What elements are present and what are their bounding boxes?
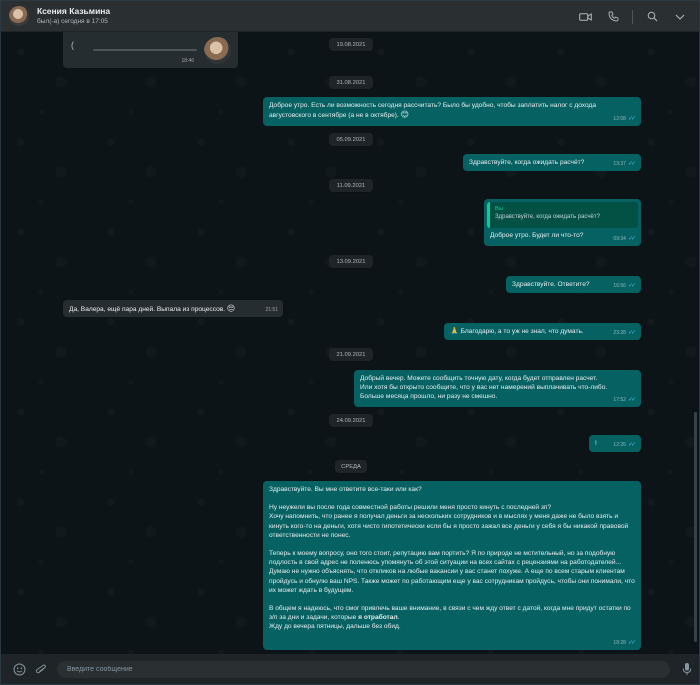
chat-header: Ксения Казьмина был(-а) сегодня в 17:05 bbox=[1, 1, 699, 32]
message-text: Да, Валера, ещё пара дней. Выпала из про… bbox=[69, 306, 226, 313]
date-separator: 19.08.2021 bbox=[329, 38, 373, 51]
message-outgoing[interactable]: Доброе утро. Есть ли возможность сегодня… bbox=[263, 97, 641, 126]
message-time: 12:26 bbox=[613, 441, 626, 448]
composer bbox=[1, 654, 699, 684]
message-meta: 17:52 ✓✓ bbox=[613, 396, 636, 405]
read-ticks-icon: ✓✓ bbox=[627, 441, 636, 448]
read-ticks-icon: ✓✓ bbox=[627, 329, 636, 336]
message-text: В общем я надеюсь, что смог привлечь ваш… bbox=[269, 605, 633, 622]
message-meta: 12:26 ✓✓ bbox=[613, 441, 636, 450]
date-separator: СРЕДА bbox=[335, 460, 367, 473]
message-meta: 23:28 ✓✓ bbox=[613, 329, 636, 338]
read-ticks-icon: ✓✓ bbox=[627, 235, 636, 242]
message-outgoing-reply[interactable]: Вы Здравствуйте, когда ожидать расчёт? Д… bbox=[484, 199, 641, 246]
search-icon[interactable] bbox=[641, 6, 663, 28]
message-outgoing[interactable]: Здравствуйте. Ответите? 16:56 ✓✓ bbox=[506, 276, 641, 293]
pensive-emoji: 😔 bbox=[226, 304, 236, 313]
contact-info[interactable]: Ксения Казьмина был(-а) сегодня в 17:05 bbox=[37, 6, 110, 26]
read-ticks-icon: ✓✓ bbox=[627, 115, 636, 122]
date-separator: 05.09.2021 bbox=[329, 133, 373, 146]
scrollbar[interactable] bbox=[694, 412, 697, 642]
contact-status: был(-а) сегодня в 17:05 bbox=[37, 18, 108, 25]
message-meta: 21:51 bbox=[265, 306, 278, 315]
message-time: 23:28 bbox=[613, 329, 626, 336]
play-icon[interactable]: ( bbox=[71, 40, 74, 50]
chat-window: Ксения Казьмина был(-а) сегодня в 17:05 … bbox=[0, 0, 700, 685]
smile-emoji: 😊 bbox=[400, 110, 410, 120]
message-time: 17:52 bbox=[613, 396, 626, 403]
date-separator: 21.09.2021 bbox=[329, 348, 373, 361]
message-incoming[interactable]: Да, Валера, ещё пара дней. Выпала из про… bbox=[63, 300, 283, 317]
contact-name: Ксения Казьмина bbox=[37, 6, 111, 16]
message-bold-text: я отработал bbox=[358, 614, 398, 622]
message-outgoing[interactable]: Здравствуйте, когда ожидать расчёт? 13:3… bbox=[463, 154, 641, 171]
message-outgoing-long[interactable]: Здравствуйте. Вы мне ответите все-таки и… bbox=[263, 481, 641, 650]
date-separator: 13.09.2021 bbox=[329, 255, 373, 268]
message-meta: 16:56 ✓✓ bbox=[613, 282, 636, 291]
message-text: Доброе утро. Есть ли возможность сегодня… bbox=[269, 102, 598, 120]
message-meta: 18:46 bbox=[181, 57, 194, 66]
pray-emoji: 🙏 bbox=[450, 328, 459, 335]
message-meta: 18:28 ✓✓ bbox=[613, 639, 636, 648]
message-time: 13:37 bbox=[613, 160, 626, 167]
message-time: 21:51 bbox=[265, 306, 278, 313]
video-call-icon[interactable] bbox=[574, 6, 596, 28]
message-list[interactable]: ( 18:46 19.08.2021 31.08.2021 Доброе утр… bbox=[1, 32, 699, 654]
voice-avatar bbox=[204, 37, 231, 64]
avatar[interactable] bbox=[9, 6, 29, 26]
date-separator: 11.09.2021 bbox=[329, 179, 373, 192]
date-separator: 24.09.2021 bbox=[329, 414, 373, 427]
chevron-down-icon[interactable] bbox=[669, 6, 691, 28]
message-time: 16:56 bbox=[613, 282, 626, 289]
message-paragraph: Ну неужели вы после года совместной рабо… bbox=[269, 504, 629, 539]
read-ticks-icon: ✓✓ bbox=[627, 282, 636, 289]
read-ticks-icon: ✓✓ bbox=[627, 396, 636, 403]
message-paragraph: Теперь к моему вопросу, оно того стоит, … bbox=[269, 550, 637, 594]
quote-author: Вы bbox=[495, 206, 504, 212]
message-meta: 09:34 ✓✓ bbox=[613, 235, 636, 244]
emoji-icon[interactable] bbox=[10, 660, 28, 678]
message-outgoing[interactable]: Добрый вечер. Можете сообщить точную дат… bbox=[354, 370, 641, 407]
message-time: 12:08 bbox=[613, 115, 626, 122]
message-outgoing[interactable]: ! 12:26 ✓✓ bbox=[589, 435, 641, 452]
read-ticks-icon: ✓✓ bbox=[627, 160, 636, 167]
message-time: 18:28 bbox=[613, 639, 626, 646]
message-meta: 13:37 ✓✓ bbox=[613, 160, 636, 169]
attach-icon[interactable] bbox=[32, 660, 50, 678]
microphone-icon[interactable] bbox=[678, 660, 696, 678]
message-meta: 12:08 ✓✓ bbox=[613, 115, 636, 124]
phone-icon[interactable] bbox=[602, 6, 624, 28]
date-separator: 31.08.2021 bbox=[329, 76, 373, 89]
voice-message[interactable]: ( 18:46 bbox=[63, 32, 238, 68]
quoted-message[interactable]: Вы Здравствуйте, когда ожидать расчёт? bbox=[487, 202, 638, 228]
message-text: Благодарю, а то уж не знал, что думать. bbox=[460, 328, 584, 335]
message-paragraph: Здравствуйте. Вы мне ответите все-таки и… bbox=[269, 486, 422, 493]
message-time: 09:34 bbox=[613, 235, 626, 242]
message-time: 18:46 bbox=[181, 57, 194, 64]
header-divider bbox=[632, 9, 633, 24]
message-input[interactable] bbox=[57, 661, 670, 678]
quote-text: Здравствуйте, когда ожидать расчёт? bbox=[495, 214, 600, 220]
header-actions bbox=[574, 1, 691, 32]
message-outgoing[interactable]: 🙏 Благодарю, а то уж не знал, что думать… bbox=[444, 323, 641, 340]
message-text: Добрый вечер. Можете сообщить точную дат… bbox=[360, 375, 608, 401]
voice-waveform[interactable] bbox=[93, 49, 197, 51]
read-ticks-icon: ✓✓ bbox=[627, 639, 636, 646]
message-paragraph: В общем я надеюсь, что смог привлечь ваш… bbox=[269, 604, 635, 632]
